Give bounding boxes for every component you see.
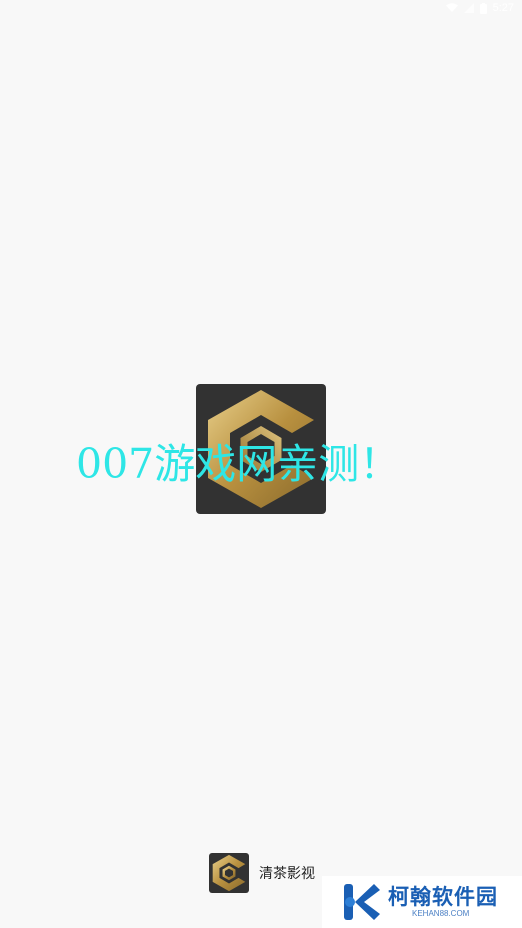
corner-domain: KEHAN88.COM <box>412 909 470 918</box>
corner-text-block: 柯翰软件园 KEHAN88.COM <box>388 885 498 919</box>
wifi-icon <box>445 3 458 13</box>
watermark-text: 007游戏网亲测！ <box>76 440 401 488</box>
kehan-logo-icon <box>340 880 382 924</box>
corner-title: 柯翰软件园 <box>388 885 498 909</box>
signal-icon <box>463 3 474 13</box>
corner-watermark: 柯翰软件园 KEHAN88.COM <box>322 876 522 928</box>
status-bar: 5:27 <box>0 0 522 18</box>
status-icons: 5:27 <box>445 2 514 14</box>
battery-icon <box>479 2 487 14</box>
app-brand: 清茶影视 <box>209 853 315 893</box>
app-icon <box>209 853 249 893</box>
app-name: 清茶影视 <box>259 866 315 882</box>
status-time: 5:27 <box>492 2 514 14</box>
